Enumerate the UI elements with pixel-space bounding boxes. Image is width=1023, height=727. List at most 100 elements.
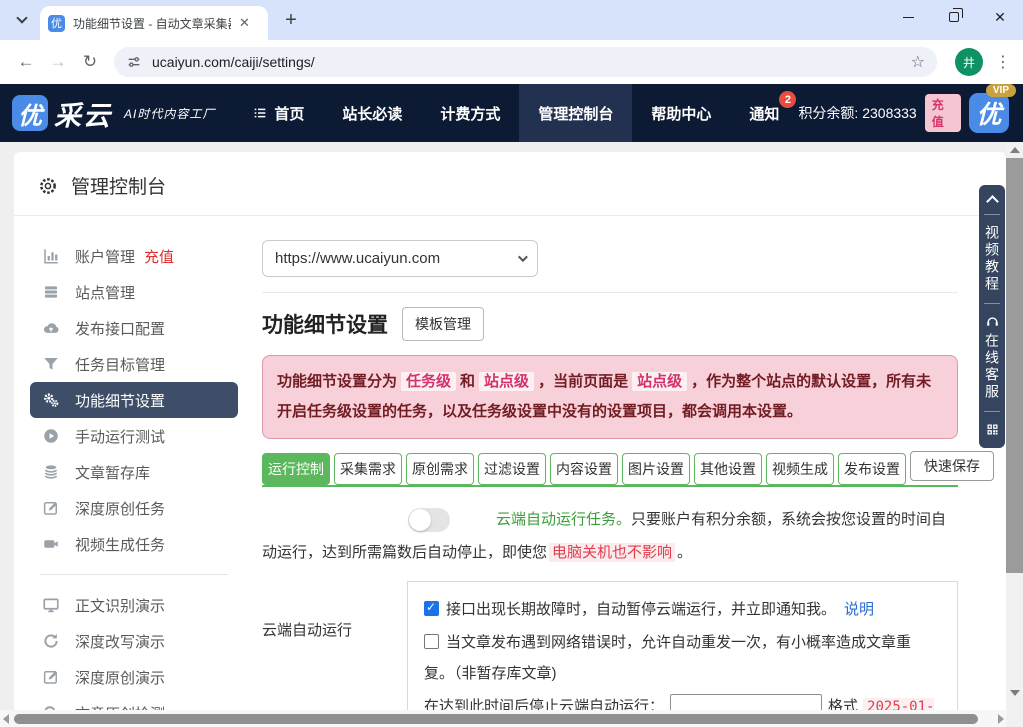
tab-run-control[interactable]: 运行控制 <box>262 453 330 485</box>
tab-title: 功能细节设置 - 自动文章采集器 <box>73 15 231 32</box>
horizontal-scroll-thumb[interactable] <box>14 714 978 724</box>
tab-collect[interactable]: 采集需求 <box>334 453 402 485</box>
monitor-icon <box>42 596 60 614</box>
user-avatar[interactable]: 优 <box>969 93 1009 133</box>
sidebar-item-manual-run[interactable]: 手动运行测试 <box>30 418 238 454</box>
window-close-button[interactable]: ✕ <box>977 0 1023 34</box>
sidebar-item-deep-original-task[interactable]: 深度原创任务 <box>30 490 238 526</box>
site-select[interactable]: https://www.ucaiyun.com <box>262 240 538 277</box>
browser-tab[interactable]: 优 功能细节设置 - 自动文章采集器 ✕ <box>40 6 268 40</box>
play-icon <box>42 427 60 445</box>
site-level-chip: 站点级 <box>479 372 534 391</box>
url-text[interactable]: ucaiyun.com/caiji/settings/ <box>152 54 901 70</box>
cloud-auto-run-options: 接口出现长期故障时，自动暂停云端运行，并立即通知我。说明 当文章发布遇到网络错误… <box>407 581 958 710</box>
notice-count-badge: 2 <box>779 91 796 108</box>
nav-item-console[interactable]: 管理控制台 <box>519 84 632 142</box>
tab-original[interactable]: 原创需求 <box>406 453 474 485</box>
settings-tabs: 运行控制 采集需求 原创需求 过滤设置 内容设置 图片设置 其他设置 视频生成 … <box>262 451 958 487</box>
tab-content[interactable]: 内容设置 <box>550 453 618 485</box>
tab-video[interactable]: 视频生成 <box>766 453 834 485</box>
sidebar-item-rewrite-demo[interactable]: 深度改写演示 <box>30 623 238 659</box>
sidebar-item-publish-api[interactable]: 发布接口配置 <box>30 310 238 346</box>
online-service-link[interactable]: 在线客服 <box>985 333 999 401</box>
nav-item-help[interactable]: 帮助中心 <box>632 84 730 142</box>
sidebar: 账户管理 充值 站点管理 发布接口配置 任务目标管理 功能细节设置 <box>14 216 246 710</box>
scrollbar-corner <box>1006 710 1023 727</box>
vertical-scrollbar[interactable] <box>1006 142 1023 710</box>
option-row-resend: 当文章发布遇到网络错误时，允许自动重发一次，有小概率造成文章重复。（非暂存库文章… <box>424 627 941 689</box>
site-settings-icon[interactable] <box>126 54 142 70</box>
browser-profile-avatar[interactable]: 井 <box>955 48 983 76</box>
toggle-desc-text: 。 <box>677 544 692 561</box>
option-row-pause: 接口出现长期故障时，自动暂停云端运行，并立即通知我。说明 <box>424 594 941 625</box>
collapse-up-icon[interactable] <box>986 195 999 208</box>
site-logo[interactable]: 优 采云 AI时代内容工厂 <box>0 94 215 133</box>
checkbox-checked[interactable] <box>424 601 439 616</box>
option-row-stop-time: 在达到此时间后停止云端自动运行：格式2025-01-01 17:30:55 <box>424 691 941 710</box>
option-text: 当文章发布遇到网络错误时，允许自动重发一次，有小概率造成文章重复。（非暂存库文章… <box>424 634 911 682</box>
nav-item-billing[interactable]: 计费方式 <box>421 84 519 142</box>
task-level-chip: 任务级 <box>401 372 456 391</box>
toggle-lead-text: 云端自动运行任务。 <box>496 511 631 528</box>
minimize-button[interactable] <box>885 0 931 34</box>
logo-name: 采云 <box>54 94 112 133</box>
sidebar-item-video-task[interactable]: 视频生成任务 <box>30 526 238 562</box>
navbar-menu: 首页 站长必读 计费方式 管理控制台 帮助中心 通知 2 <box>233 84 798 142</box>
scroll-right-icon[interactable] <box>998 714 1004 724</box>
sidebar-item-account[interactable]: 账户管理 充值 <box>30 238 238 274</box>
quick-save-button[interactable]: 快速保存 <box>910 451 994 481</box>
option-text: 接口出现长期故障时，自动暂停云端运行，并立即通知我。 <box>446 601 836 618</box>
notice-text: 和 <box>460 373 475 390</box>
reload-button[interactable]: ↻ <box>74 46 106 78</box>
recharge-button[interactable]: 充值 <box>925 94 961 132</box>
video-tutorial-link[interactable]: 视频教程 <box>985 225 999 293</box>
sidebar-item-article-buffer[interactable]: 文章暂存库 <box>30 454 238 490</box>
scroll-up-icon[interactable] <box>1010 147 1020 153</box>
sidebar-item-label: 深度改写演示 <box>75 631 165 652</box>
sidebar-recharge-link[interactable]: 充值 <box>144 246 174 267</box>
back-button[interactable]: ← <box>10 46 42 78</box>
nav-item-notice[interactable]: 通知 2 <box>730 84 798 142</box>
vip-badge: VIP <box>986 84 1016 97</box>
page-title: 管理控制台 <box>71 172 166 199</box>
chevron-down-icon <box>518 252 528 262</box>
nav-item-must-read[interactable]: 站长必读 <box>323 84 421 142</box>
new-tab-button[interactable]: + <box>278 9 304 32</box>
restore-icon <box>949 12 959 22</box>
console-card: 管理控制台 账户管理 充值 站点管理 发布接口配置 <box>14 152 1006 710</box>
restore-button[interactable] <box>931 0 977 34</box>
forward-button[interactable]: → <box>42 46 74 78</box>
tab-other[interactable]: 其他设置 <box>694 453 762 485</box>
stop-time-input[interactable] <box>670 694 822 710</box>
sidebar-item-body-recognition-demo[interactable]: 正文识别演示 <box>30 587 238 623</box>
user-avatar-wrap[interactable]: 优 VIP <box>969 93 1009 133</box>
checkbox-unchecked[interactable] <box>424 634 439 649</box>
sidebar-item-task-targets[interactable]: 任务目标管理 <box>30 346 238 382</box>
logo-tagline: AI时代内容工厂 <box>124 105 215 122</box>
tab-search-button[interactable] <box>8 6 36 34</box>
tab-publish[interactable]: 发布设置 <box>838 453 906 485</box>
divider <box>262 292 958 293</box>
site-navbar: 优 采云 AI时代内容工厂 首页 站长必读 计费方式 管理控制台 帮助中心 通知… <box>0 84 1023 142</box>
headset-icon[interactable] <box>985 314 1000 329</box>
bookmark-star-icon[interactable]: ☆ <box>911 52 925 72</box>
browser-menu-icon[interactable]: ⋮ <box>993 52 1013 72</box>
nav-item-home[interactable]: 首页 <box>233 84 323 142</box>
logo-badge: 优 <box>12 95 48 131</box>
scroll-down-icon[interactable] <box>1010 690 1020 696</box>
sidebar-item-deep-original-demo[interactable]: 深度原创演示 <box>30 659 238 695</box>
vertical-scroll-thumb[interactable] <box>1006 158 1023 573</box>
horizontal-scrollbar[interactable] <box>0 710 1006 727</box>
tab-filter[interactable]: 过滤设置 <box>478 453 546 485</box>
sidebar-item-sites[interactable]: 站点管理 <box>30 274 238 310</box>
tab-image[interactable]: 图片设置 <box>622 453 690 485</box>
explain-link[interactable]: 说明 <box>844 601 874 618</box>
sidebar-item-feature-settings[interactable]: 功能细节设置 <box>30 382 238 418</box>
address-bar[interactable]: ucaiyun.com/caiji/settings/ ☆ <box>114 47 937 77</box>
sidebar-item-originality-check[interactable]: 文章原创检测 <box>30 695 238 710</box>
scroll-left-icon[interactable] <box>3 714 9 724</box>
tab-close-icon[interactable]: ✕ <box>239 15 250 31</box>
template-manage-button[interactable]: 模板管理 <box>402 307 484 341</box>
qr-code-icon[interactable] <box>985 422 1000 437</box>
cloud-run-toggle[interactable] <box>408 508 450 532</box>
